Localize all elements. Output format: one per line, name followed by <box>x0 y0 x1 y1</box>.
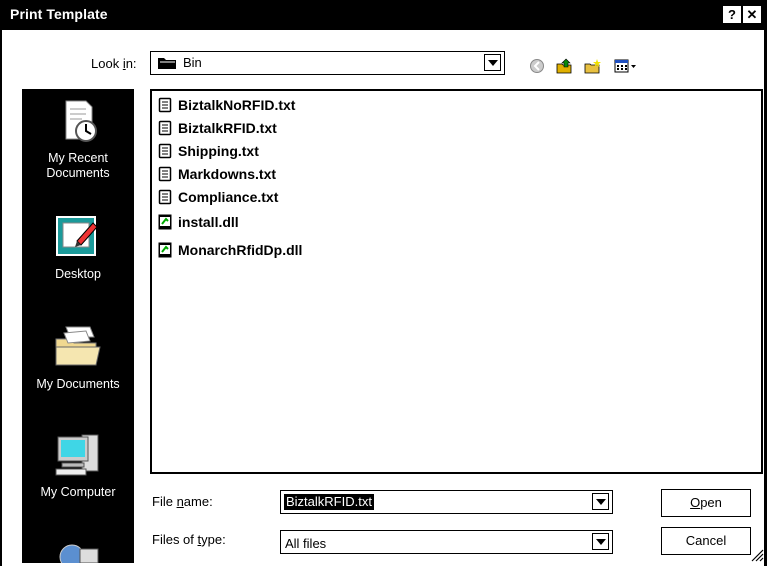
file-name-combo[interactable]: BiztalkRFID.txt <box>280 490 613 514</box>
desktop-icon <box>56 216 98 256</box>
file-name: install.dll <box>178 214 239 230</box>
place-my-computer[interactable]: My Computer <box>22 429 134 500</box>
text-file-icon <box>158 166 172 182</box>
folder-icon <box>158 58 176 69</box>
place-my-documents[interactable]: My Documents <box>22 319 134 392</box>
file-name: BiztalkNoRFID.txt <box>178 97 296 113</box>
file-type-label-text-1: Files of <box>152 532 198 547</box>
print-template-dialog: Print Template ? ✕ Look in: Bin My Recen… <box>0 0 767 566</box>
file-type-dropdown-arrow-icon[interactable] <box>592 533 609 550</box>
open-button-label: pen <box>700 495 722 510</box>
file-name: Compliance.txt <box>178 189 279 205</box>
back-icon[interactable] <box>529 58 547 74</box>
views-menu-icon[interactable] <box>614 58 638 74</box>
file-name: MonarchRfidDp.dll <box>178 242 303 258</box>
help-icon: ? <box>728 7 736 22</box>
place-label: My Documents <box>36 377 120 391</box>
look-in-label-text-1: Look <box>91 56 123 71</box>
file-name-label-text-2: ame: <box>183 494 213 509</box>
dialog-title: Print Template <box>10 6 108 22</box>
places-bar: My Recent Documents Desktop My Documents <box>22 89 134 563</box>
resize-grip-icon[interactable] <box>750 548 764 562</box>
file-name: BiztalkRFID.txt <box>178 120 277 136</box>
close-button[interactable]: ✕ <box>743 6 761 23</box>
file-type-dropdown[interactable]: All files <box>280 530 613 554</box>
my-documents-icon <box>55 326 101 366</box>
open-button[interactable]: Open <box>661 489 751 517</box>
file-type-value: All files <box>285 536 327 551</box>
look-in-label-text-2: n: <box>125 56 137 71</box>
text-file-icon <box>158 120 172 136</box>
look-in-dropdown-arrow-icon[interactable] <box>484 54 501 71</box>
text-file-icon <box>158 143 172 159</box>
dll-file-icon <box>158 242 172 258</box>
up-folder-icon[interactable] <box>556 58 574 74</box>
file-list[interactable]: BiztalkNoRFID.txt BiztalkRFID.txt Shippi… <box>150 89 763 474</box>
help-button[interactable]: ? <box>723 6 741 23</box>
place-label: My Computer <box>40 485 116 499</box>
file-name-label-text-1: File <box>152 494 177 509</box>
file-name-input[interactable]: BiztalkRFID.txt <box>284 494 374 510</box>
cancel-button[interactable]: Cancel <box>661 527 751 555</box>
file-name-dropdown-arrow-icon[interactable] <box>592 493 609 510</box>
dll-file-icon <box>158 214 172 230</box>
file-name-label-accelerator: n <box>176 494 184 509</box>
file-type-label-text-2: ype: <box>201 532 226 547</box>
look-in-value: Bin <box>183 55 202 70</box>
open-button-accelerator: O <box>690 495 701 510</box>
my-computer-icon <box>55 434 99 476</box>
look-in-label: Look in: <box>91 56 137 71</box>
file-name-label: File name: <box>152 494 213 509</box>
place-label: Desktop <box>55 267 101 281</box>
file-type-label: Files of type: <box>152 532 226 547</box>
file-name: Shipping.txt <box>178 143 259 159</box>
place-network-partial[interactable] <box>22 535 134 563</box>
text-file-icon <box>158 189 172 205</box>
cancel-button-label: Cancel <box>685 533 727 548</box>
file-name: Markdowns.txt <box>178 166 277 182</box>
text-file-icon <box>158 97 172 113</box>
place-desktop[interactable]: Desktop <box>22 213 134 282</box>
close-icon: ✕ <box>746 7 758 22</box>
place-my-recent-documents[interactable]: My Recent Documents <box>22 97 134 181</box>
recent-documents-icon <box>65 100 97 142</box>
place-label: My Recent Documents <box>46 151 110 180</box>
network-places-icon <box>59 544 99 563</box>
title-bar[interactable]: Print Template ? ✕ <box>2 0 766 30</box>
new-folder-icon[interactable] <box>584 58 602 74</box>
look-in-dropdown[interactable]: Bin <box>150 51 505 75</box>
